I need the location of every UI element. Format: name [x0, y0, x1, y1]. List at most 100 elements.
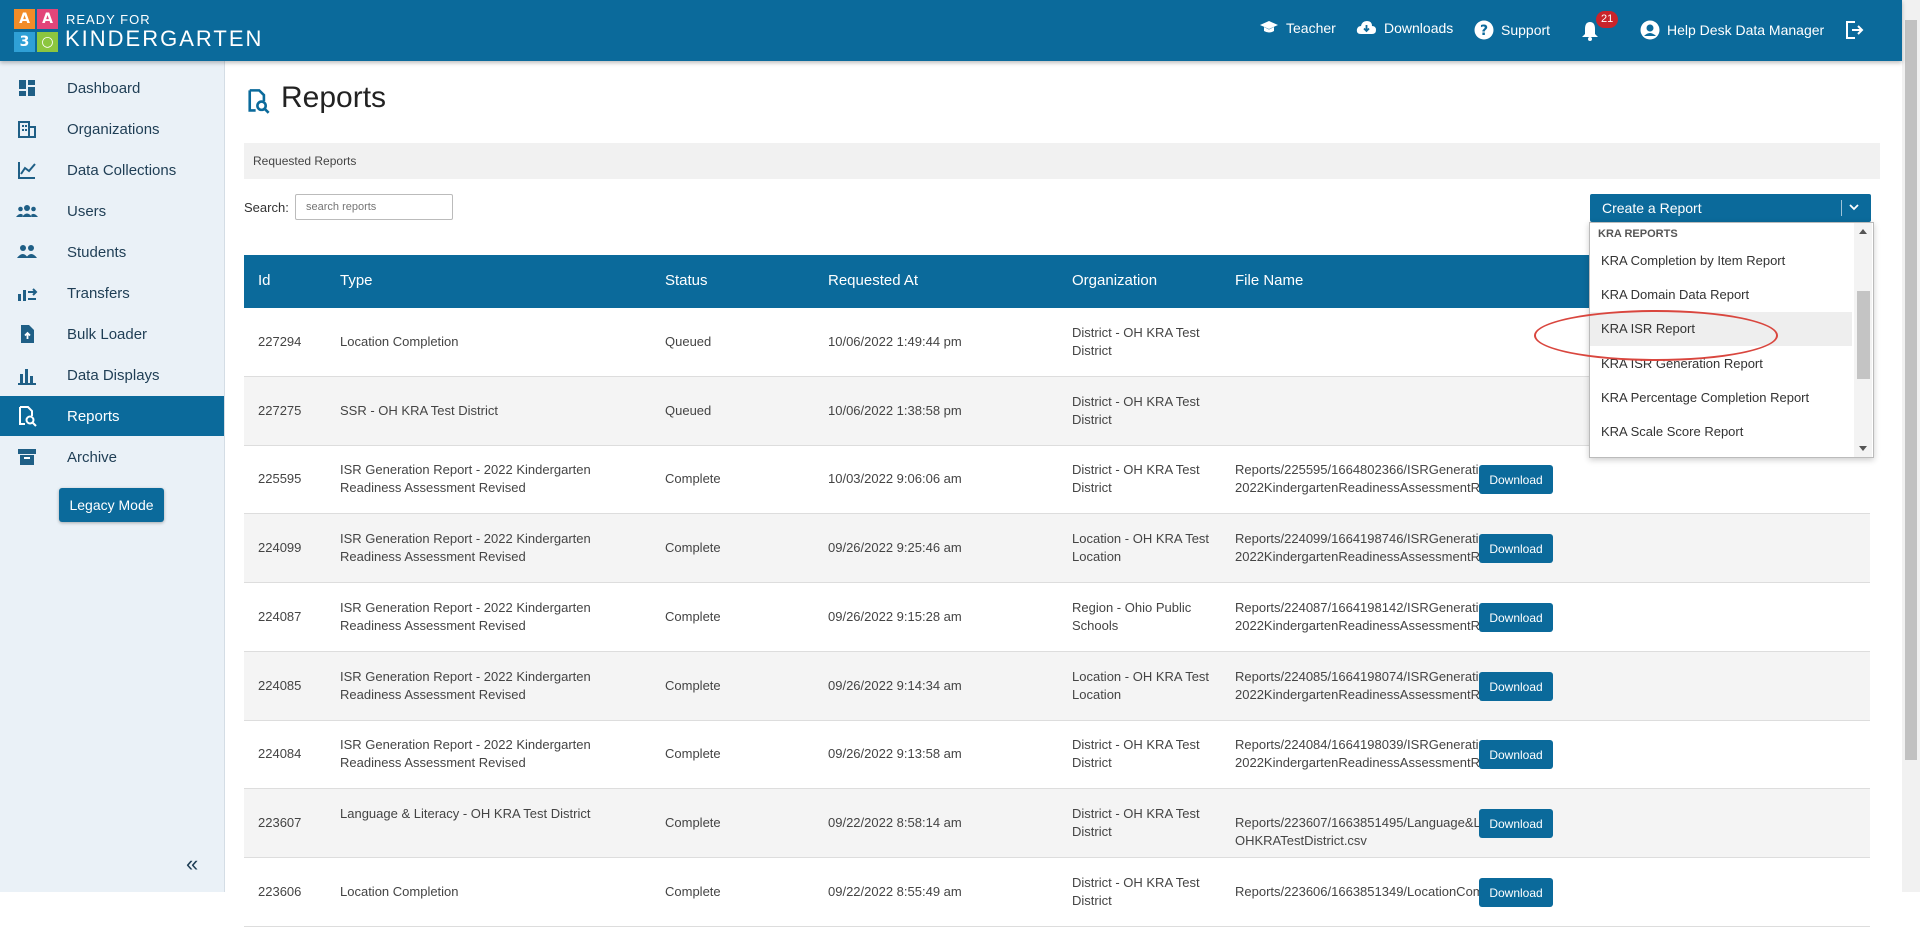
create-report-label: Create a Report: [1602, 200, 1702, 216]
sidebar-item-archive[interactable]: Archive: [0, 437, 224, 477]
column-header-organization[interactable]: Organization: [1072, 272, 1157, 289]
building-icon: [18, 121, 36, 138]
page-scrollbar[interactable]: [1902, 0, 1920, 892]
archive-icon: [18, 449, 36, 465]
table-row: 223607 Language & Literacy - OH KRA Test …: [244, 789, 1870, 858]
column-header-file-name[interactable]: File Name: [1235, 272, 1303, 289]
dropdown-scroll-thumb[interactable]: [1857, 291, 1870, 379]
create-report-select[interactable]: Create a Report: [1590, 194, 1871, 222]
cell-type: ISR Generation Report - 2022 Kindergarte…: [340, 600, 591, 633]
support-link[interactable]: ? Support: [1474, 20, 1550, 40]
sidebar-item-data-displays[interactable]: Data Displays: [0, 355, 224, 395]
cell-organization: District - OH KRA Test District: [1072, 806, 1200, 839]
cell-id: 224099: [258, 540, 302, 555]
sidebar-item-users[interactable]: Users: [0, 191, 224, 231]
cell-id: 224087: [258, 609, 302, 624]
cell-id: 225595: [258, 471, 302, 486]
cell-organization: District - OH KRA Test District: [1072, 325, 1200, 358]
report-search-icon: [248, 89, 270, 114]
sidebar-item-label: Dashboard: [67, 79, 141, 97]
download-button[interactable]: Download: [1479, 740, 1553, 769]
cell-status: Queued: [665, 334, 712, 349]
download-button[interactable]: Download: [1479, 465, 1553, 494]
download-button[interactable]: Download: [1479, 672, 1553, 701]
cell-organization: District - OH KRA Test District: [1072, 394, 1200, 427]
sidebar-item-label: Users: [67, 202, 107, 220]
teacher-label: Teacher: [1286, 20, 1336, 36]
download-button[interactable]: Download: [1479, 534, 1553, 563]
option-kra-scale-score-report[interactable]: KRA Scale Score Report: [1590, 415, 1852, 449]
sidebar-item-organizations[interactable]: Organizations: [0, 109, 224, 149]
option-kra-domain-data-report[interactable]: KRA Domain Data Report: [1590, 278, 1852, 312]
sidebar-item-dashboard[interactable]: Dashboard: [0, 68, 224, 108]
cell-status: Complete: [665, 471, 721, 486]
cell-type: ISR Generation Report - 2022 Kindergarte…: [340, 669, 591, 702]
students-icon: [17, 245, 37, 258]
cell-type: ISR Generation Report - 2022 Kindergarte…: [340, 531, 591, 564]
table-row: 223606 Location Completion Complete 09/22/2…: [244, 858, 1870, 927]
users-icon: [16, 205, 38, 217]
sidebar-item-label: Data Displays: [67, 366, 160, 384]
cell-requested-at: 10/06/2022 1:49:44 pm: [828, 334, 962, 349]
user-menu[interactable]: Help Desk Data Manager: [1640, 20, 1824, 40]
cell-id: 224085: [258, 678, 302, 693]
page-scroll-thumb[interactable]: [1905, 20, 1917, 760]
brand-line-2: KINDERGARTEN: [65, 26, 264, 51]
column-header-requested-at[interactable]: Requested At: [828, 272, 918, 289]
logo-tile-a: A: [14, 9, 35, 29]
sidebar-item-bulk-loader[interactable]: Bulk Loader: [0, 314, 224, 354]
sidebar-item-label: Organizations: [67, 120, 160, 138]
file-upload-icon: [21, 325, 34, 343]
user-name: Help Desk Data Manager: [1667, 22, 1825, 38]
cell-status: Complete: [665, 884, 721, 899]
cell-organization: Location - OH KRA Test Location: [1072, 531, 1210, 564]
logout-button[interactable]: [1844, 20, 1871, 40]
downloads-link[interactable]: Downloads: [1356, 20, 1453, 36]
tab-label: Requested Reports: [253, 154, 357, 168]
cell-requested-at: 09/22/2022 8:58:14 am: [828, 815, 962, 830]
download-button[interactable]: Download: [1479, 603, 1553, 632]
user-circle-icon: [1640, 20, 1660, 40]
option-group-kra-reports: KRA REPORTS: [1598, 228, 1678, 240]
cell-requested-at: 09/26/2022 9:14:34 am: [828, 678, 962, 693]
cell-type: Language & Literacy - OH KRA Test Distri…: [340, 806, 591, 821]
page-title: Reports: [281, 81, 387, 114]
bar-chart-icon: [18, 369, 36, 385]
logo[interactable]: A A 3 ○: [14, 9, 60, 53]
scroll-up-arrow-icon[interactable]: [1858, 227, 1868, 235]
cell-organization: District - OH KRA Test District: [1072, 737, 1200, 770]
column-header-id[interactable]: Id: [258, 272, 271, 289]
sidebar: Dashboard Organizations Data Collections…: [0, 61, 225, 892]
cell-type: SSR - OH KRA Test District: [340, 403, 498, 418]
sidebar-item-label: Data Collections: [67, 161, 177, 179]
cell-organization: Location - OH KRA Test Location: [1072, 669, 1210, 702]
column-header-type[interactable]: Type: [340, 272, 373, 289]
download-button[interactable]: Download: [1479, 878, 1553, 907]
option-kra-completion-by-item-report[interactable]: KRA Completion by Item Report: [1590, 244, 1852, 278]
legacy-mode-button[interactable]: Legacy Mode: [59, 488, 164, 522]
table-row: 224084 ISR Generation Report - 2022 Kinde…: [244, 720, 1870, 789]
option-kra-percentage-completion-report[interactable]: KRA Percentage Completion Report: [1590, 381, 1852, 415]
logout-icon: [1846, 21, 1864, 39]
sidebar-item-data-collections[interactable]: Data Collections: [0, 150, 224, 190]
column-header-status[interactable]: Status: [665, 272, 708, 289]
downloads-label: Downloads: [1384, 20, 1454, 36]
download-button[interactable]: Download: [1479, 809, 1553, 838]
sidebar-item-reports[interactable]: Reports: [0, 396, 224, 436]
notification-count-badge: 21: [1596, 11, 1619, 28]
collapse-sidebar-icon[interactable]: «: [186, 851, 198, 877]
scroll-down-arrow-icon[interactable]: [1858, 445, 1868, 453]
chevron-down-icon: [1849, 204, 1859, 211]
teacher-link[interactable]: Teacher: [1259, 20, 1336, 36]
tab-requested-reports[interactable]: Requested Reports: [244, 143, 1880, 179]
sidebar-item-students[interactable]: Students: [0, 232, 224, 272]
cell-id: 223606: [258, 884, 302, 899]
sidebar-item-transfers[interactable]: Transfers: [0, 273, 224, 313]
table-row: 224085 ISR Generation Report - 2022 Kinde…: [244, 652, 1870, 721]
dashboard-icon: [19, 80, 35, 96]
dropdown-scrollbar[interactable]: [1854, 223, 1872, 457]
logo-tile-3: 3: [14, 32, 35, 52]
top-navbar: A A 3 ○ READY FOR KINDERGARTEN Teacher D…: [0, 0, 1902, 61]
cell-requested-at: 10/03/2022 9:06:06 am: [828, 471, 962, 486]
search-input[interactable]: [295, 194, 453, 220]
